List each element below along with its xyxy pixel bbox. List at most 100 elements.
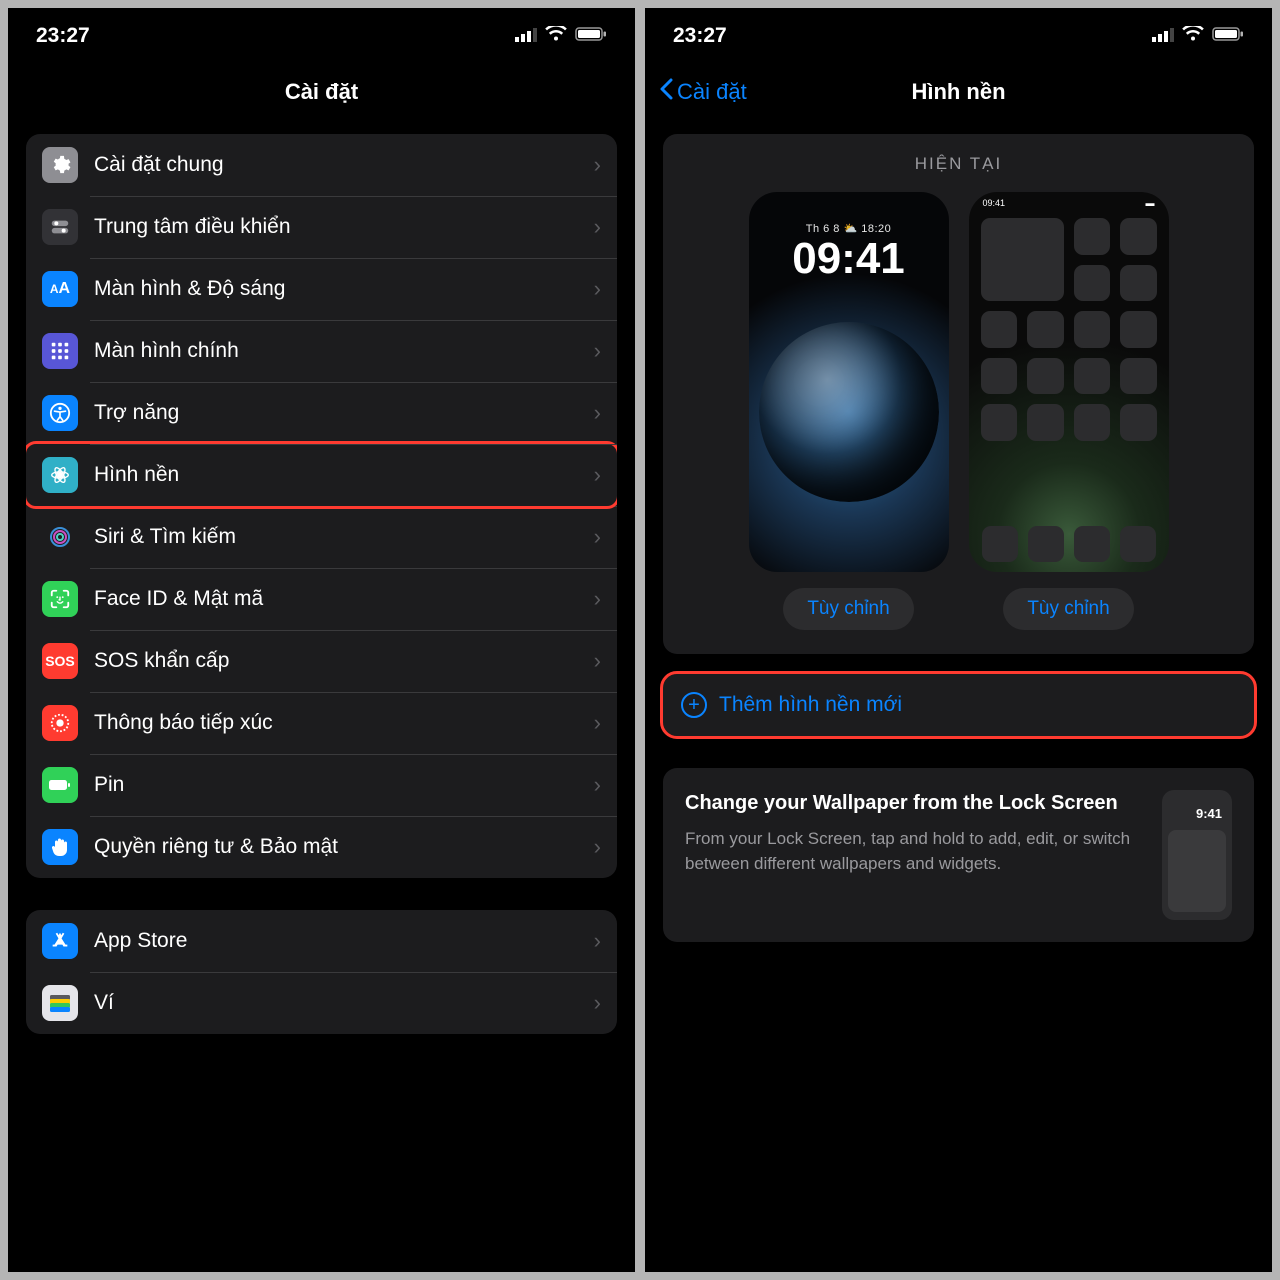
chevron-right-icon: ›: [594, 276, 601, 302]
settings-row-appstore[interactable]: App Store ›: [26, 910, 617, 972]
chevron-right-icon: ›: [594, 524, 601, 550]
status-icons: [1152, 24, 1244, 48]
exposure-icon: [42, 705, 78, 741]
chevron-right-icon: ›: [594, 214, 601, 240]
row-label: Face ID & Mật mã: [94, 587, 263, 611]
row-label: SOS khẩn cấp: [94, 649, 229, 673]
settings-row-access[interactable]: Trợ năng ›: [26, 382, 617, 444]
chevron-right-icon: ›: [594, 586, 601, 612]
cellular-icon: [1152, 24, 1174, 48]
status-time: 23:27: [36, 24, 90, 48]
gear-icon: [42, 147, 78, 183]
row-label: Trung tâm điều khiển: [94, 215, 291, 239]
page-title: Hình nền: [911, 79, 1005, 105]
battery-icon: [42, 767, 78, 803]
current-label: HIỆN TẠI: [687, 154, 1230, 174]
dock-icon: [979, 526, 1159, 562]
chevron-right-icon: ›: [594, 648, 601, 674]
cellular-icon: [515, 24, 537, 48]
wifi-icon: [545, 24, 567, 48]
row-label: App Store: [94, 929, 187, 953]
row-label: Hình nền: [94, 463, 179, 487]
settings-row-gear[interactable]: Cài đặt chung ›: [26, 134, 617, 196]
settings-row-wallet[interactable]: Ví ›: [26, 972, 617, 1034]
face-icon: [42, 581, 78, 617]
settings-row-face[interactable]: Face ID & Mật mã ›: [26, 568, 617, 630]
settings-group-1: Cài đặt chung›Trung tâm điều khiển›AAMàn…: [26, 134, 617, 878]
nav-bar: Cài đặt: [8, 64, 635, 120]
chevron-left-icon: [659, 78, 673, 106]
settings-row-battery[interactable]: Pin ›: [26, 754, 617, 816]
row-label: Cài đặt chung: [94, 153, 224, 177]
status-time: 23:27: [673, 24, 727, 48]
settings-row-AA[interactable]: AAMàn hình & Độ sáng›: [26, 258, 617, 320]
wifi-icon: [1182, 24, 1204, 48]
home-grid-icon: [981, 218, 1157, 441]
settings-content[interactable]: Cài đặt chung›Trung tâm điều khiển›AAMàn…: [8, 120, 635, 1272]
add-wallpaper-button[interactable]: + Thêm hình nền mới: [663, 674, 1254, 736]
row-label: Trợ năng: [94, 401, 179, 425]
chevron-right-icon: ›: [594, 338, 601, 364]
chevron-right-icon: ›: [594, 710, 601, 736]
battery-icon: [575, 24, 607, 48]
chevron-right-icon: ›: [594, 462, 601, 488]
home-preview-time: 09:41: [983, 198, 1006, 208]
chevron-right-icon: ›: [594, 152, 601, 178]
settings-row-grid[interactable]: Màn hình chính›: [26, 320, 617, 382]
tip-thumb-time: 9:41: [1196, 806, 1222, 821]
hand-icon: [42, 829, 78, 865]
add-wallpaper-label: Thêm hình nền mới: [719, 693, 902, 717]
status-icons: [515, 24, 607, 48]
settings-row-hand[interactable]: Quyền riêng tư & Bảo mật ›: [26, 816, 617, 878]
settings-screen: 23:27 Cài đặt Cài đặt chung›Trung tâm đi…: [8, 8, 635, 1272]
chevron-right-icon: ›: [594, 928, 601, 954]
settings-row-siri[interactable]: Siri & Tìm kiếm ›: [26, 506, 617, 568]
settings-row-exposure[interactable]: Thông báo tiếp xúc ›: [26, 692, 617, 754]
settings-group-2: App Store › Ví ›: [26, 910, 617, 1034]
tip-panel: Change your Wallpaper from the Lock Scre…: [663, 768, 1254, 942]
SOS-icon: SOS: [42, 643, 78, 679]
plus-circle-icon: +: [681, 692, 707, 718]
row-label: Quyền riêng tư & Bảo mật: [94, 835, 338, 859]
current-wallpaper-panel: HIỆN TẠI Th 6 8 ⛅ 18:20 09:41 Tùy chỉnh: [663, 134, 1254, 654]
status-bar: 23:27: [8, 8, 635, 64]
tip-thumb-icon: 9:41: [1162, 790, 1232, 920]
flower-icon: [42, 457, 78, 493]
grid-icon: [42, 333, 78, 369]
customize-home-button[interactable]: Tùy chỉnh: [1003, 588, 1133, 630]
tip-title: Change your Wallpaper from the Lock Scre…: [685, 790, 1142, 817]
back-button[interactable]: Cài đặt: [659, 78, 747, 106]
access-icon: [42, 395, 78, 431]
row-label: Thông báo tiếp xúc: [94, 711, 273, 735]
settings-row-SOS[interactable]: SOS SOS khẩn cấp ›: [26, 630, 617, 692]
nav-bar: Cài đặt Hình nền: [645, 64, 1272, 120]
row-label: Siri & Tìm kiếm: [94, 525, 236, 549]
wallet-icon: [42, 985, 78, 1021]
lock-preview-time: 09:41: [749, 237, 949, 281]
lock-preview-date: Th 6 8 ⛅ 18:20: [749, 222, 949, 235]
row-label: Pin: [94, 773, 124, 797]
settings-row-flower[interactable]: Hình nền ›: [26, 444, 617, 506]
siri-icon: [42, 519, 78, 555]
battery-icon: [1212, 24, 1244, 48]
chevron-right-icon: ›: [594, 834, 601, 860]
wallpaper-content[interactable]: HIỆN TẠI Th 6 8 ⛅ 18:20 09:41 Tùy chỉnh: [645, 120, 1272, 1272]
earth-icon: [759, 322, 939, 502]
back-label: Cài đặt: [677, 79, 747, 105]
chevron-right-icon: ›: [594, 400, 601, 426]
lock-screen-preview[interactable]: Th 6 8 ⛅ 18:20 09:41: [749, 192, 949, 572]
tip-subtitle: From your Lock Screen, tap and hold to a…: [685, 827, 1142, 876]
wallpaper-screen: 23:27 Cài đặt Hình nền HIỆN TẠI: [645, 8, 1272, 1272]
settings-row-control[interactable]: Trung tâm điều khiển ›: [26, 196, 617, 258]
status-bar: 23:27: [645, 8, 1272, 64]
home-preview-status-icons: ▬: [1146, 198, 1155, 208]
control-icon: [42, 209, 78, 245]
customize-lock-button[interactable]: Tùy chỉnh: [783, 588, 913, 630]
home-screen-preview[interactable]: 09:41 ▬: [969, 192, 1169, 572]
chevron-right-icon: ›: [594, 772, 601, 798]
row-label: Màn hình & Độ sáng: [94, 277, 285, 301]
page-title: Cài đặt: [285, 79, 358, 105]
chevron-right-icon: ›: [594, 990, 601, 1016]
appstore-icon: [42, 923, 78, 959]
row-label: Ví: [94, 991, 114, 1015]
